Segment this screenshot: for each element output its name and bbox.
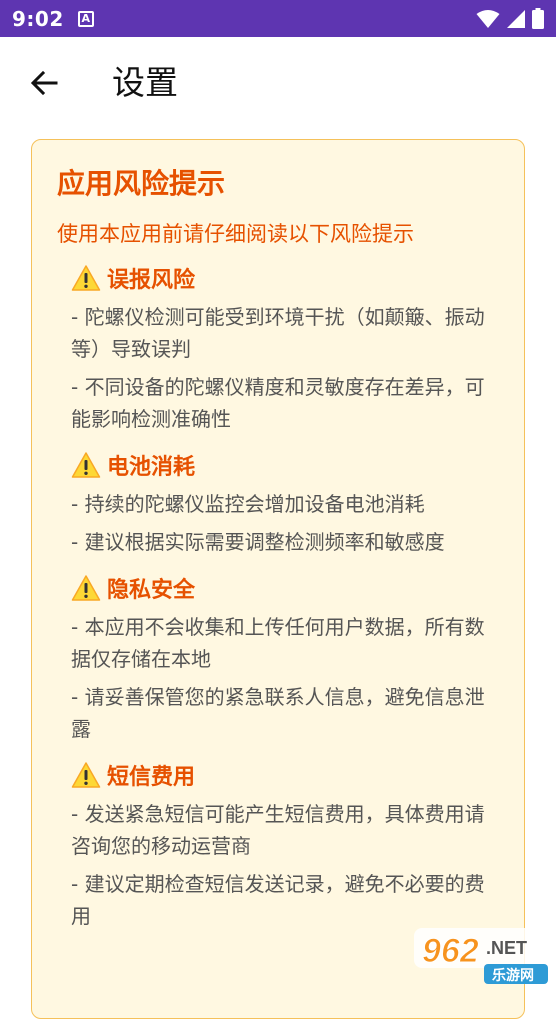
list-item: - 陀螺仪检测可能受到环境干扰（如颠簸、振动等）导致误判: [71, 305, 485, 361]
list-item: - 发送紧急短信可能产生短信费用，具体费用请咨询您的移动运营商: [71, 802, 485, 858]
svg-text:.NET: .NET: [486, 938, 527, 958]
watermark-logo: 962 .NET 乐游网: [414, 928, 550, 984]
risk-card: 应用风险提示 使用本应用前请仔细阅读以下风险提示 误报风险 - 陀螺仪检测可能受…: [31, 139, 525, 1019]
section-header: 电池消耗: [71, 448, 524, 482]
list-item: - 本应用不会收集和上传任何用户数据，所有数据仅存储在本地: [71, 615, 485, 671]
status-time: 9:02: [12, 6, 64, 31]
warning-icon: [71, 575, 101, 601]
warning-icon: [71, 762, 101, 788]
section-privacy: 隐私安全 - 本应用不会收集和上传任何用户数据，所有数据仅存储在本地 - 请妥善…: [57, 571, 524, 745]
card-subtitle: 使用本应用前请仔细阅读以下风险提示: [57, 222, 414, 246]
list-item: - 不同设备的陀螺仪精度和灵敏度存在差异，可能影响检测准确性: [71, 375, 485, 431]
page-title: 设置: [112, 63, 178, 102]
section-title: 隐私安全: [107, 578, 196, 603]
app-bar: 设置: [0, 37, 556, 129]
arrow-back-icon: [30, 71, 58, 95]
section-header: 短信费用: [71, 758, 524, 792]
wifi-icon: [476, 9, 500, 28]
warning-icon: [71, 452, 101, 478]
back-button[interactable]: [22, 61, 66, 105]
section-title: 短信费用: [107, 765, 196, 790]
card-title: 应用风险提示: [57, 167, 226, 200]
list-item: - 建议定期检查短信发送记录，避免不必要的费用: [71, 872, 485, 928]
notification-icon: A: [77, 10, 94, 27]
section-title: 电池消耗: [107, 455, 196, 480]
list-item: - 持续的陀螺仪监控会增加设备电池消耗: [71, 492, 425, 516]
section-battery: 电池消耗 - 持续的陀螺仪监控会增加设备电池消耗 - 建议根据实际需要调整检测频…: [57, 448, 524, 558]
section-header: 误报风险: [71, 261, 524, 295]
list-item: - 请妥善保管您的紧急联系人信息，避免信息泄露: [71, 685, 485, 741]
section-sms-cost: 短信费用 - 发送紧急短信可能产生短信费用，具体费用请咨询您的移动运营商 - 建…: [57, 758, 524, 932]
battery-icon: [532, 8, 544, 29]
list-item: - 建议根据实际需要调整检测频率和敏感度: [71, 530, 445, 554]
warning-icon: [71, 265, 101, 291]
svg-text:962: 962: [422, 932, 479, 970]
section-header: 隐私安全: [71, 571, 524, 605]
section-false-alarm: 误报风险 - 陀螺仪检测可能受到环境干扰（如颠簸、振动等）导致误判 - 不同设备…: [57, 261, 524, 435]
signal-icon: [507, 9, 525, 28]
section-title: 误报风险: [107, 268, 196, 293]
status-bar: 9:02 A: [0, 0, 556, 37]
svg-text:乐游网: 乐游网: [492, 967, 534, 984]
status-icons: [476, 8, 544, 29]
